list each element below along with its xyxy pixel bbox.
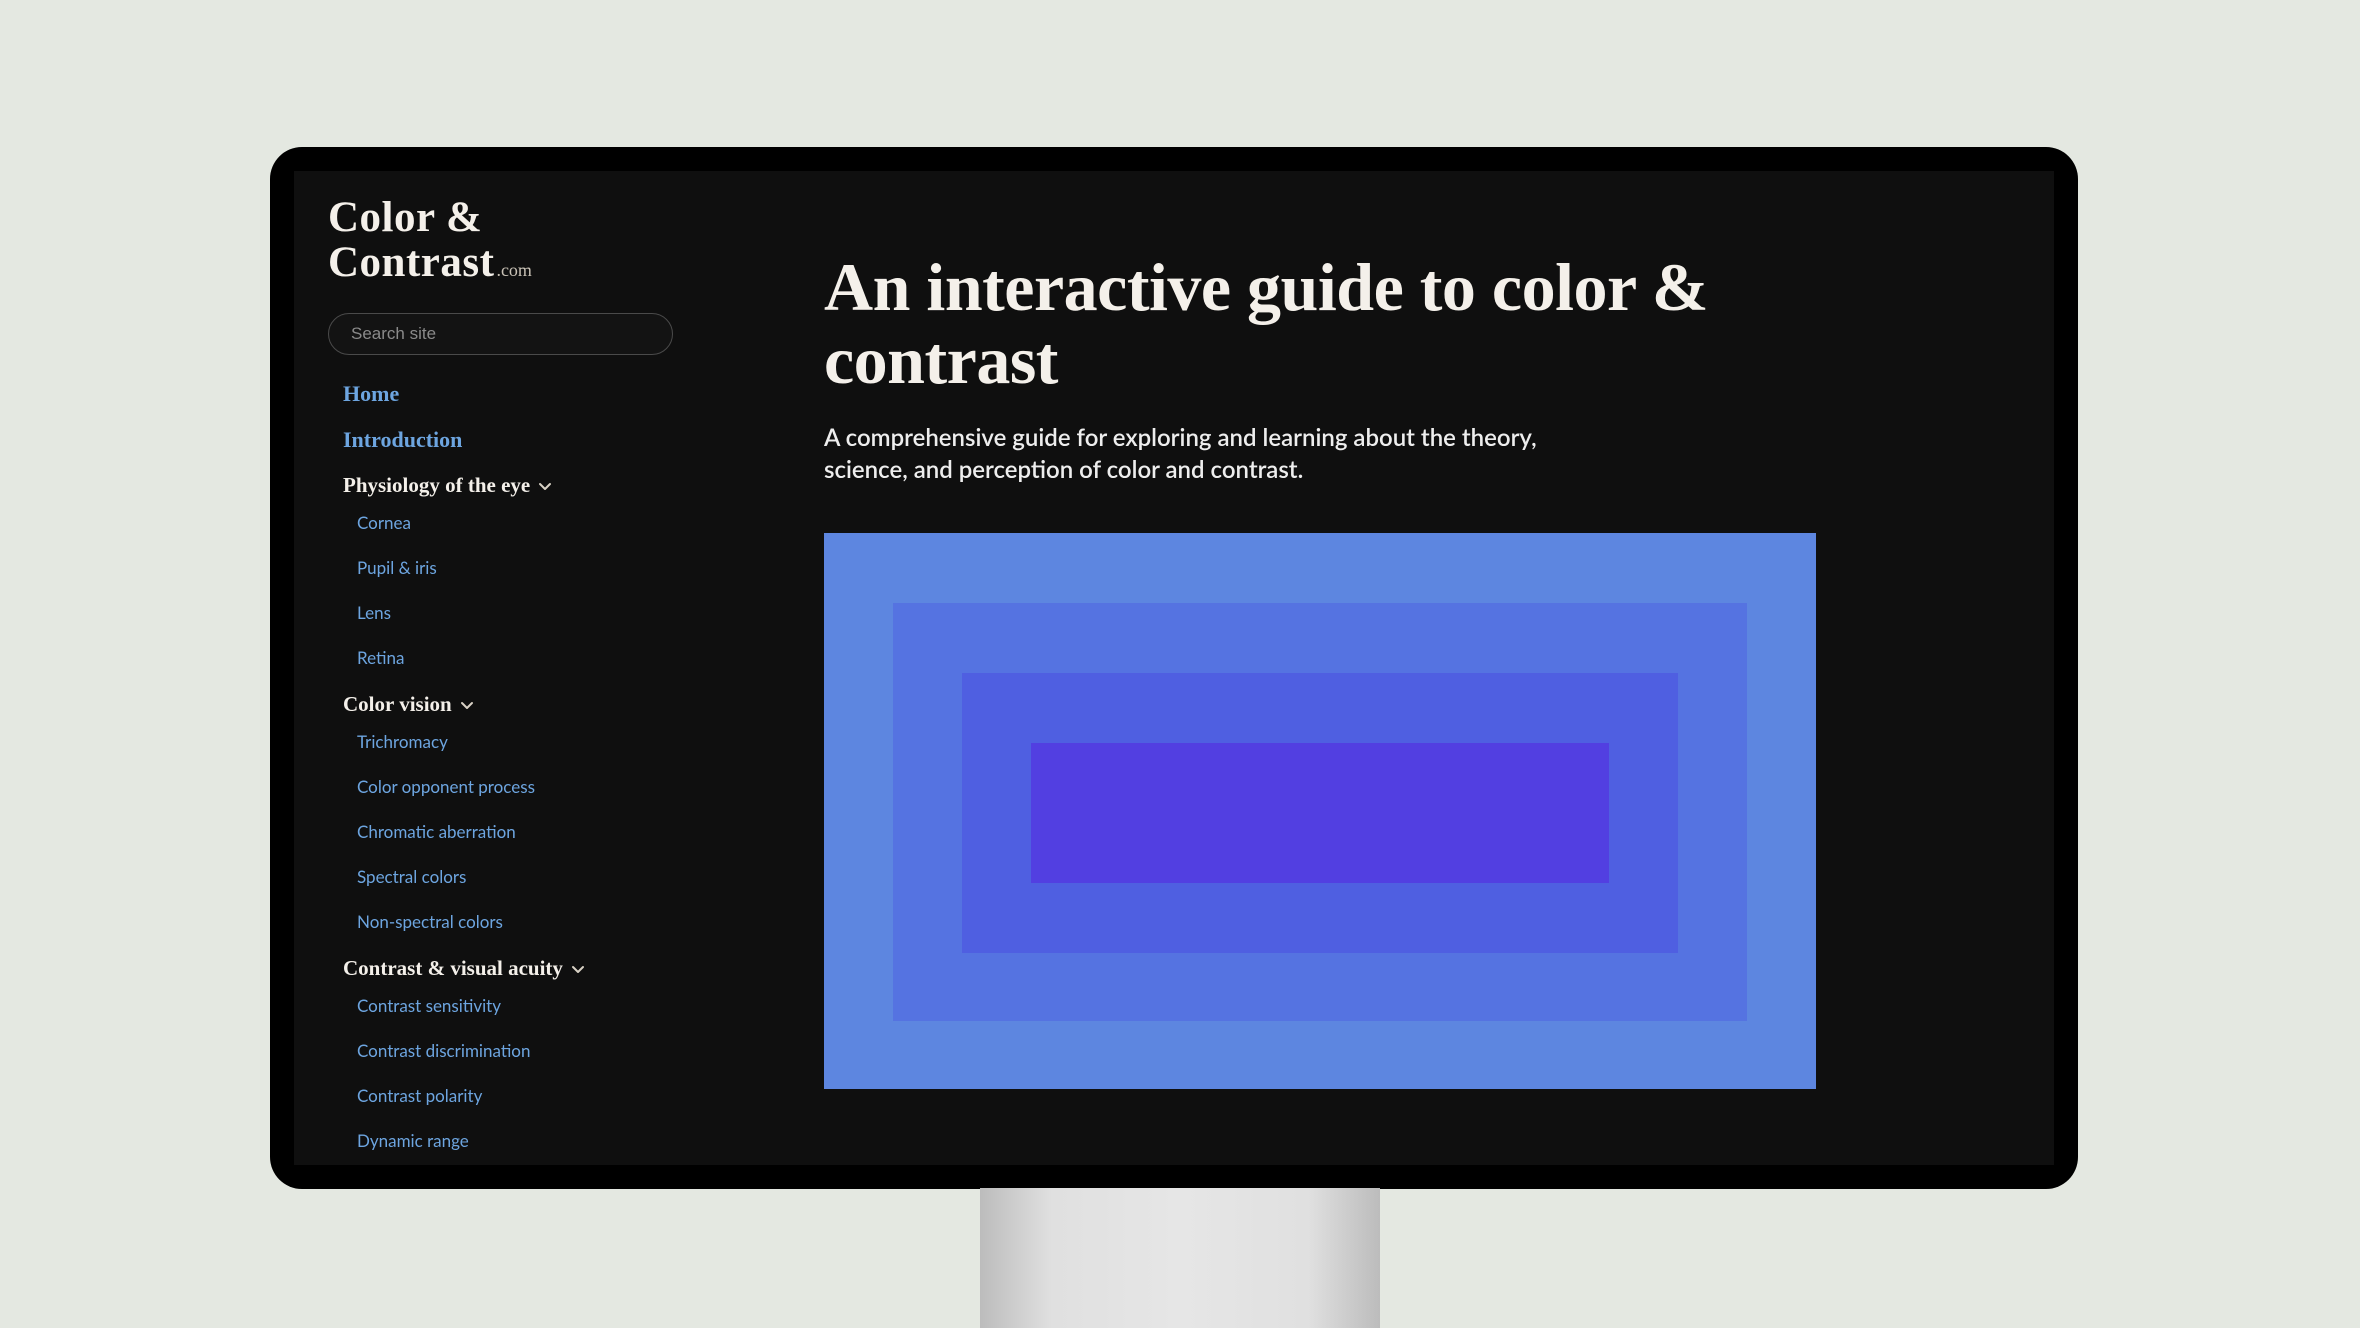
site-logo[interactable]: Color & Contrast.com <box>328 195 750 285</box>
square-third <box>962 673 1678 953</box>
nav-item-spectral-colors[interactable]: Spectral colors <box>357 866 750 887</box>
logo-tld: .com <box>496 260 532 280</box>
nav-sub-list-physiology: Cornea Pupil & iris Lens Retina <box>343 512 750 668</box>
square-inner <box>1031 743 1609 883</box>
nav-item-pupil-iris[interactable]: Pupil & iris <box>357 557 750 578</box>
nav-sub-list-contrast-acuity: Contrast sensitivity Contrast discrimina… <box>343 995 750 1151</box>
nav-item-contrast-discrimination[interactable]: Contrast discrimination <box>357 1040 750 1061</box>
page-headline: An interactive guide to color & contrast <box>824 251 1724 398</box>
nav-item-contrast-sensitivity[interactable]: Contrast sensitivity <box>357 995 750 1016</box>
nav-item-contrast-polarity[interactable]: Contrast polarity <box>357 1085 750 1106</box>
chevron-down-icon <box>460 698 474 712</box>
sidebar: Color & Contrast.com Home Introduction P… <box>294 171 784 1165</box>
nav-section-contrast-acuity[interactable]: Contrast & visual acuity <box>343 956 750 981</box>
nav-section-label: Physiology of the eye <box>343 473 530 498</box>
logo-line-1: Color & <box>328 195 750 240</box>
nav-list: Home Introduction Physiology of the eye … <box>328 381 750 1151</box>
nav-section-label: Contrast & visual acuity <box>343 956 563 981</box>
monitor-frame: Color & Contrast.com Home Introduction P… <box>270 147 2078 1189</box>
chevron-down-icon <box>571 962 585 976</box>
search-input[interactable] <box>351 324 650 344</box>
nav-item-lens[interactable]: Lens <box>357 602 750 623</box>
nav-home[interactable]: Home <box>343 381 750 407</box>
page-subtitle: A comprehensive guide for exploring and … <box>824 422 1544 487</box>
nested-squares-illustration <box>824 533 1816 1089</box>
logo-line-2: Contrast <box>328 239 494 286</box>
nav-section-physiology[interactable]: Physiology of the eye <box>343 473 750 498</box>
nav-item-dynamic-range[interactable]: Dynamic range <box>357 1130 750 1151</box>
nav-section-color-vision[interactable]: Color vision <box>343 692 750 717</box>
monitor-stand <box>980 1188 1380 1328</box>
nav-item-retina[interactable]: Retina <box>357 647 750 668</box>
nav-item-color-opponent[interactable]: Color opponent process <box>357 776 750 797</box>
square-second <box>893 603 1747 1021</box>
nav-introduction[interactable]: Introduction <box>343 427 750 453</box>
nav-item-non-spectral-colors[interactable]: Non-spectral colors <box>357 911 750 932</box>
nav-item-cornea[interactable]: Cornea <box>357 512 750 533</box>
main-content: An interactive guide to color & contrast… <box>784 171 2054 1165</box>
nav-item-chromatic-aberration[interactable]: Chromatic aberration <box>357 821 750 842</box>
square-outer <box>824 533 1816 1089</box>
nav-section-label: Color vision <box>343 692 452 717</box>
nav-item-trichromacy[interactable]: Trichromacy <box>357 731 750 752</box>
chevron-down-icon <box>538 479 552 493</box>
nav-sub-list-color-vision: Trichromacy Color opponent process Chrom… <box>343 731 750 932</box>
screen-content: Color & Contrast.com Home Introduction P… <box>294 171 2054 1165</box>
search-container[interactable] <box>328 313 673 355</box>
